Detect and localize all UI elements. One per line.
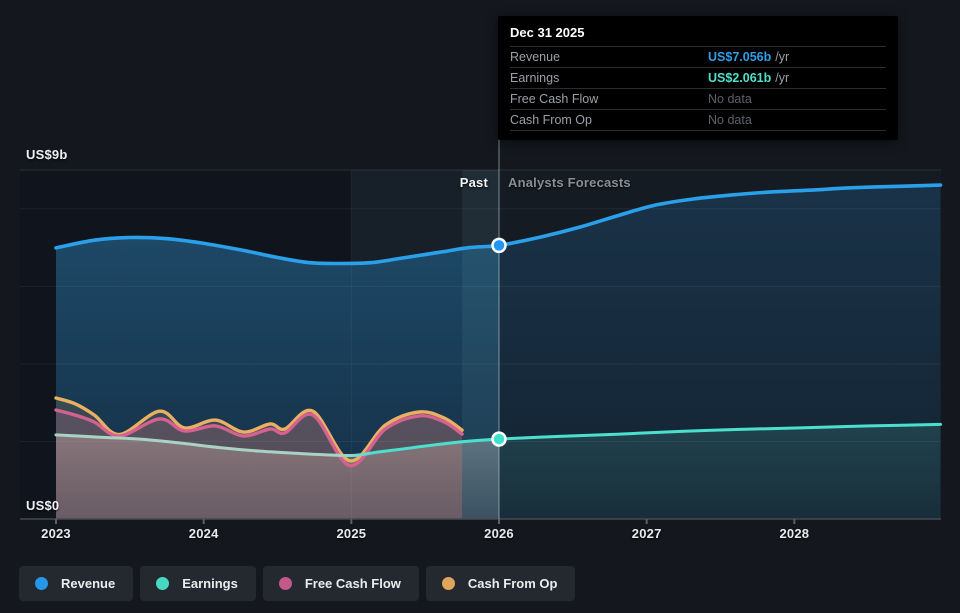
tooltip-row-label: Earnings [510,71,708,85]
x-tick-label-2025: 2025 [336,526,366,541]
tooltip-row-label: Free Cash Flow [510,92,708,106]
x-tick-label-2027: 2027 [632,526,662,541]
earnings-series-dot-icon [156,577,169,590]
past-section-label: Past [398,175,488,190]
x-tick-label-2026: 2026 [484,526,514,541]
revenue-series-dot-icon [35,577,48,590]
tooltip-bottom-rule [510,130,886,131]
legend-toggle-revenue[interactable]: Revenue [19,566,133,601]
tooltip-row-label: Cash From Op [510,113,708,127]
chart-legend: Revenue Earnings Free Cash Flow Cash From O… [19,566,575,601]
tooltip-row-free-cash-flow: Free Cash FlowNo data [510,88,886,109]
chart-highlight-bands [462,170,499,519]
legend-toggle-earnings[interactable]: Earnings [140,566,256,601]
y-axis-top-label: US$9b [26,147,67,162]
legend-toggle-free-cash-flow[interactable]: Free Cash Flow [263,566,419,601]
y-axis-bottom-label: US$0 [26,498,59,513]
tooltip-row-value: US$7.056b [708,50,771,64]
tooltip-date-title: Dec 31 2025 [498,16,898,46]
x-tick-label-2023: 2023 [41,526,71,541]
analysts-forecasts-section-label: Analysts Forecasts [508,175,631,190]
earnings-revenue-growth-chart: US$9b US$0 Past Analysts Forecasts 2023 2… [0,0,960,613]
tooltip-row-value: US$2.061b [708,71,771,85]
tooltip-row-revenue: RevenueUS$7.056b/yr [510,46,886,67]
revenue-hover-marker[interactable] [493,239,506,252]
hover-tooltip: Dec 31 2025 RevenueUS$7.056b/yrEarningsU… [498,16,898,140]
earnings-hover-marker[interactable] [493,433,506,446]
chart-x-axis [20,519,941,524]
tooltip-row-cash-from-op: Cash From OpNo data [510,109,886,130]
legend-label: Free Cash Flow [305,576,401,591]
legend-label: Earnings [182,576,238,591]
tooltip-row-unit: /yr [775,50,789,64]
legend-label: Cash From Op [468,576,558,591]
legend-toggle-cash-from-op[interactable]: Cash From Op [426,566,576,601]
free-cash-flow-series-dot-icon [279,577,292,590]
tooltip-row-value: No data [708,113,752,127]
tooltip-row-earnings: EarningsUS$2.061b/yr [510,67,886,88]
tooltip-row-label: Revenue [510,50,708,64]
tooltip-row-value: No data [708,92,752,106]
legend-label: Revenue [61,576,115,591]
x-tick-label-2024: 2024 [189,526,219,541]
cash-from-op-series-dot-icon [442,577,455,590]
tooltip-row-unit: /yr [775,71,789,85]
x-tick-label-2028: 2028 [779,526,809,541]
